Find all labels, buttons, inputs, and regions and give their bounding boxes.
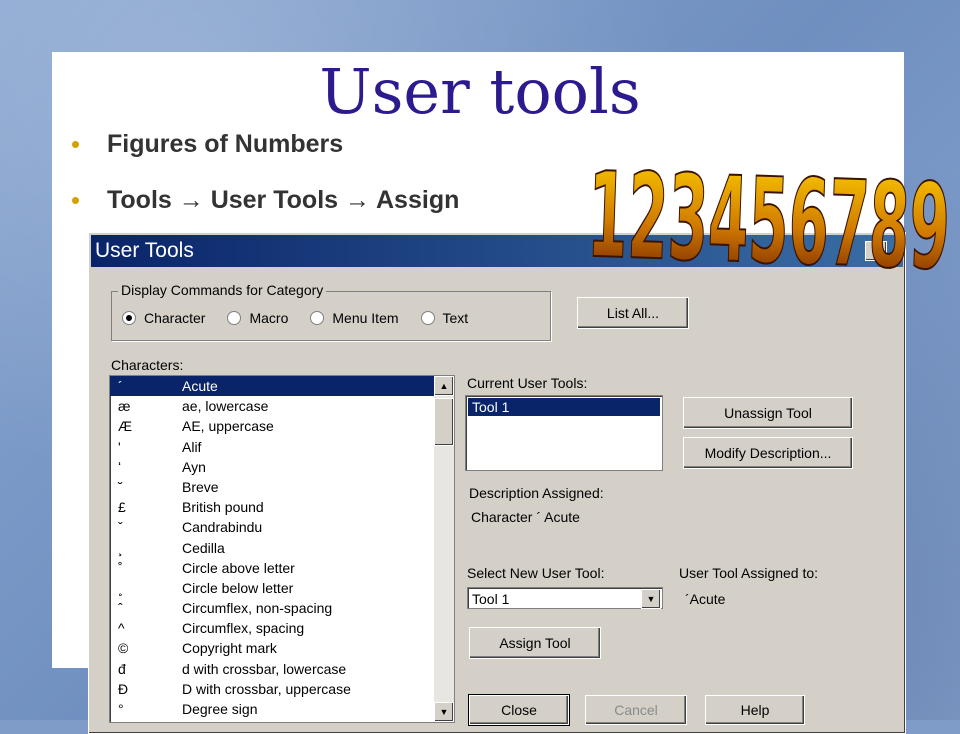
list-item[interactable]: ʹ Alif — [110, 437, 454, 457]
list-item[interactable]: Đ D with crossbar, uppercase — [110, 679, 454, 699]
radio-character[interactable]: Character — [122, 310, 205, 326]
list-item[interactable]: Tool 1 — [468, 398, 660, 416]
category-legend: Display Commands for Category — [118, 282, 327, 298]
radio-label: Character — [144, 310, 206, 326]
dialog-title: User Tools — [95, 239, 194, 262]
wordart-numbers: 123456789 — [584, 145, 953, 298]
character-symbol: đ — [118, 660, 126, 677]
list-item[interactable]: ˆ Circumflex, non-spacing — [110, 598, 454, 618]
character-symbol: ¸ — [118, 539, 123, 556]
list-item[interactable]: © Copyright mark — [110, 638, 454, 658]
character-symbol: ˆ — [118, 600, 123, 617]
character-name: AE, uppercase — [182, 418, 274, 435]
character-symbol: ˇ — [118, 519, 123, 536]
list-item[interactable]: ´ Acute — [110, 376, 454, 397]
close-button[interactable]: Close — [468, 694, 570, 726]
characters-label: Characters: — [111, 357, 184, 373]
radio-label: Text — [442, 310, 469, 326]
assign-tool-button[interactable]: Assign Tool — [469, 627, 601, 659]
character-name: Circle below letter — [182, 579, 294, 596]
current-tools-label: Current User Tools: — [467, 375, 588, 391]
scroll-up-icon[interactable]: ▲ — [434, 376, 454, 396]
character-symbol: ʻ — [118, 458, 122, 475]
character-name: d with crossbar, lowercase — [182, 660, 347, 677]
character-symbol: ˘ — [118, 478, 123, 495]
character-symbol: ´ — [118, 378, 123, 394]
character-name: ae, lowercase — [182, 398, 269, 415]
character-symbol: ʹ — [118, 438, 121, 455]
character-name: Circumflex, non-spacing — [182, 600, 333, 617]
bullet-text: Tools → User Tools → Assign — [107, 186, 460, 214]
character-name: Copyright mark — [182, 640, 277, 657]
characters-list[interactable]: ´ Acute æ ae, lowercase Æ AE, uppercase ʹ Alif ʻ… — [109, 375, 455, 723]
radio-menu-item[interactable]: Menu Item — [310, 310, 399, 326]
list-item[interactable]: ˚ Circle above letter — [110, 558, 454, 578]
list-item[interactable]: ^ Circumflex, spacing — [110, 618, 454, 638]
radio-selected-icon — [122, 311, 136, 325]
help-button[interactable]: Help — [705, 695, 805, 725]
list-item[interactable]: ° Degree sign — [110, 699, 454, 719]
bullet-dot-icon — [72, 141, 79, 148]
character-name: Breve — [182, 478, 219, 495]
list-item[interactable]: ʻ Ayn — [110, 457, 454, 477]
category-radio-row: Character Macro Menu Item Text — [122, 310, 490, 326]
category-groupbox: Display Commands for Category Character … — [111, 282, 551, 341]
radio-empty-icon — [420, 311, 435, 325]
character-symbol: æ — [118, 398, 131, 415]
character-symbol: ˚ — [118, 559, 123, 576]
radio-label: Macro — [249, 310, 289, 326]
list-item[interactable]: ˳ Circle below letter — [110, 578, 454, 598]
character-name: Alif — [182, 438, 202, 455]
description-assigned-label: Description Assigned: — [469, 485, 604, 501]
character-symbol: ^ — [118, 620, 125, 637]
list-item[interactable]: Æ AE, uppercase — [110, 416, 454, 436]
character-symbol: ˳ — [118, 579, 123, 596]
character-symbol: £ — [118, 499, 126, 516]
list-item[interactable]: £ British pound — [110, 497, 454, 517]
characters-scrollbar[interactable]: ▲ ▼ — [434, 376, 454, 722]
list-item[interactable]: ¸ Cedilla — [110, 538, 454, 558]
character-symbol: ° — [118, 701, 124, 717]
cancel-button[interactable]: Cancel — [585, 695, 687, 725]
current-tools-list[interactable]: Tool 1 — [465, 395, 663, 471]
select-new-tool-label: Select New User Tool: — [467, 565, 605, 581]
assigned-to-value: ´Acute — [685, 591, 726, 607]
description-value: Character ´ Acute — [471, 509, 580, 525]
character-symbol: © — [118, 640, 129, 657]
characters-rows: ´ Acute æ ae, lowercase Æ AE, uppercase ʹ Alif ʻ… — [110, 376, 454, 719]
radio-empty-icon — [227, 311, 242, 325]
scroll-down-icon[interactable]: ▼ — [434, 702, 454, 722]
character-name: D with crossbar, uppercase — [182, 680, 351, 697]
radio-empty-icon — [310, 311, 325, 325]
list-item[interactable]: đ d with crossbar, lowercase — [110, 659, 454, 679]
character-name: Circle above letter — [182, 559, 295, 576]
scroll-thumb[interactable] — [434, 398, 454, 446]
chevron-down-icon[interactable]: ▼ — [641, 589, 661, 609]
wordart-text: 123456789 — [585, 146, 952, 297]
bullet-text: Figures of Numbers — [107, 130, 344, 158]
character-name: British pound — [182, 499, 264, 516]
radio-label: Menu Item — [332, 310, 399, 326]
unassign-tool-button[interactable]: Unassign Tool — [683, 397, 853, 429]
bullet-dot-icon — [72, 197, 79, 204]
character-symbol: Đ — [118, 680, 129, 697]
character-symbol: Æ — [118, 418, 132, 435]
select-value: Tool 1 — [472, 591, 510, 607]
list-item[interactable]: ˘ Breve — [110, 477, 454, 497]
modify-description-button[interactable]: Modify Description... — [683, 437, 853, 469]
radio-macro[interactable]: Macro — [227, 310, 288, 326]
character-name: Cedilla — [182, 539, 225, 556]
character-name: Degree sign — [182, 701, 258, 717]
character-name: Circumflex, spacing — [182, 620, 305, 637]
character-name: Acute — [182, 378, 218, 394]
bullet-item: Tools → User Tools → Assign — [72, 186, 459, 215]
list-item[interactable]: æ ae, lowercase — [110, 396, 454, 416]
assigned-to-label: User Tool Assigned to: — [679, 565, 819, 581]
character-name: Ayn — [182, 458, 206, 475]
list-item[interactable]: ˇ Candrabindu — [110, 517, 454, 537]
bullet-item: Figures of Numbers — [72, 130, 343, 159]
character-name: Candrabindu — [182, 519, 263, 536]
select-new-tool-dropdown[interactable]: Tool 1 ▼ — [467, 587, 663, 609]
radio-text[interactable]: Text — [420, 310, 469, 326]
